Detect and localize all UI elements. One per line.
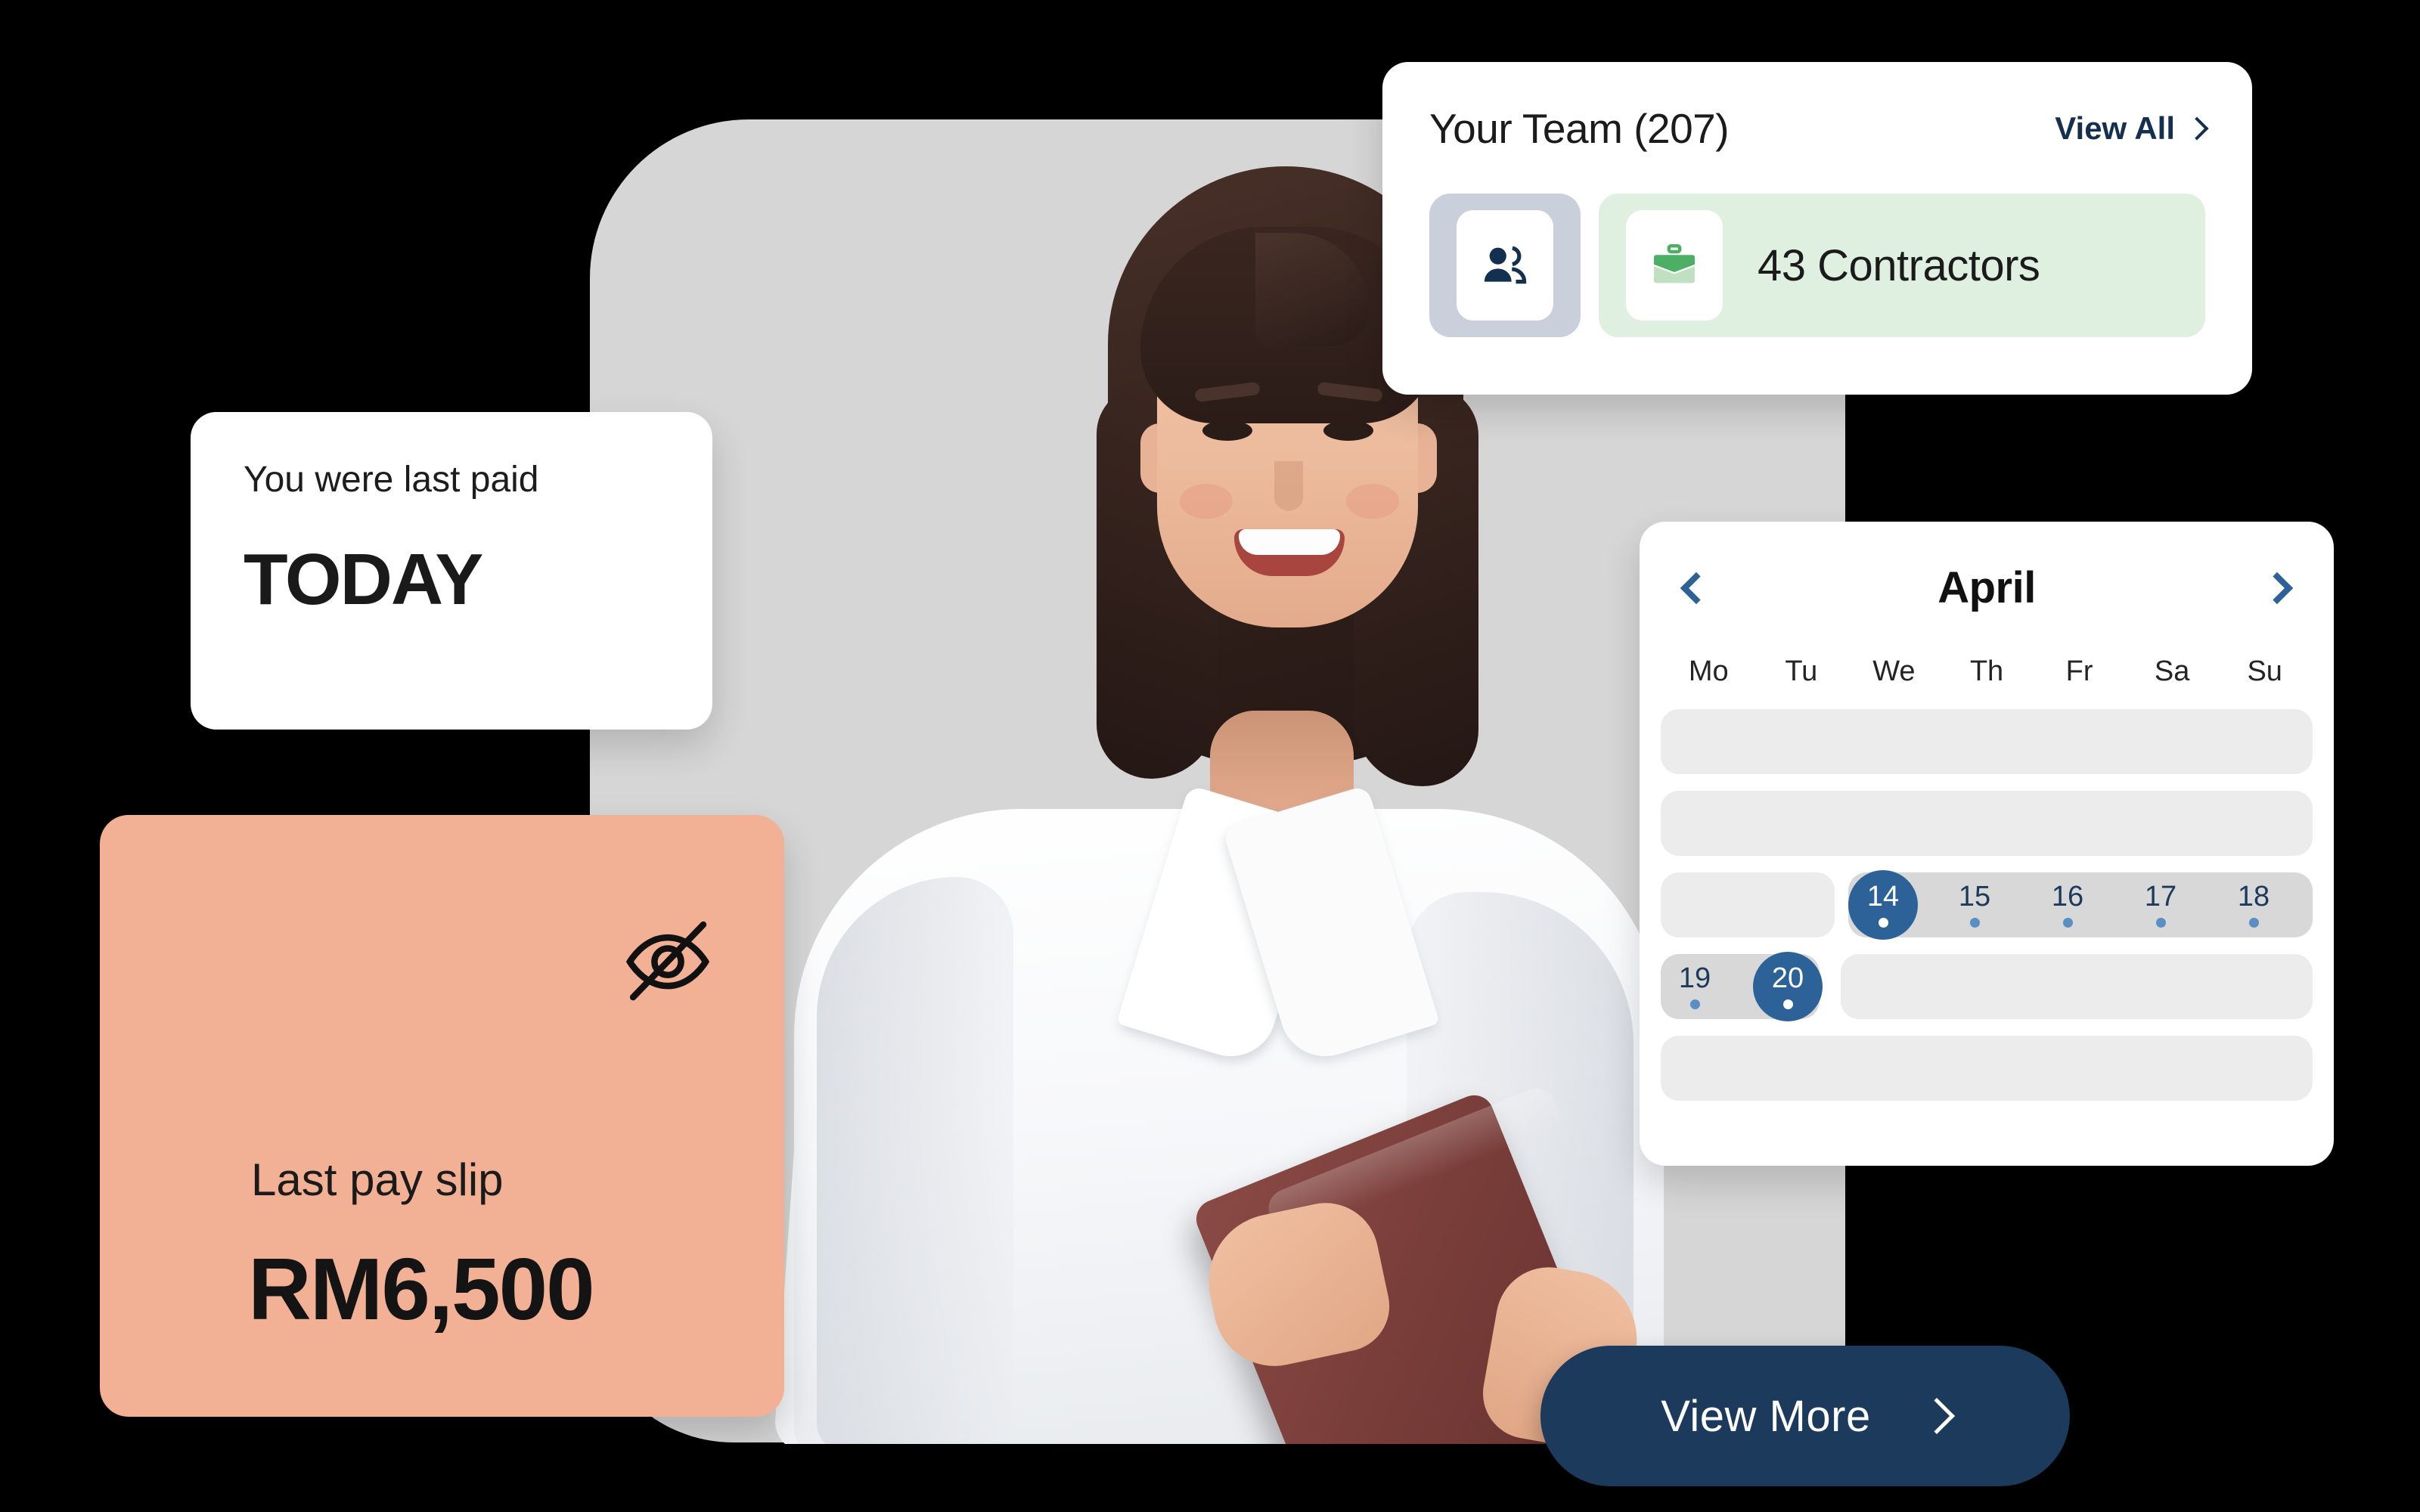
weekday-sa: Sa: [2154, 655, 2190, 687]
day-dot: [1782, 999, 1793, 1009]
person-neck-shadow: [1210, 711, 1354, 809]
team-title: Your Team (207): [1429, 105, 1730, 152]
view-more-button[interactable]: View More: [1540, 1346, 2070, 1486]
weekday-tu: Tu: [1785, 655, 1818, 687]
calendar-day-17[interactable]: 17: [2128, 872, 2193, 937]
day-number: 19: [1678, 962, 1711, 994]
last-payslip-card: Last pay slip RM6,500: [100, 815, 784, 1417]
day-number: 18: [2237, 881, 2270, 912]
payslip-label: Last pay slip: [251, 1154, 504, 1205]
calendar-next-button[interactable]: [2260, 572, 2294, 604]
people-icon: [1484, 246, 1527, 284]
visibility-toggle[interactable]: [619, 912, 716, 1012]
calendar-placeholder-bar: [1661, 872, 1835, 937]
view-all-label: View All: [2055, 110, 2175, 146]
person-cheek-left: [1180, 484, 1233, 519]
calendar-placeholder-bar: [1661, 791, 2313, 856]
view-more-label: View More: [1661, 1391, 1871, 1441]
person-cheek-right: [1346, 484, 1399, 519]
page-root: Your Team (207) View All 43 Contractors …: [0, 0, 2420, 1512]
weekday-th: Th: [1969, 655, 2004, 687]
person-eye-right: [1323, 420, 1373, 441]
team-card-header: Your Team (207) View All: [1429, 104, 2209, 153]
calendar-weekday-header: Mo Tu We Th Fr Sa Su: [1640, 655, 2334, 688]
payslip-amount: RM6,500: [248, 1240, 595, 1338]
last-paid-card: You were last paid TODAY: [191, 412, 712, 730]
day-number: 20: [1771, 962, 1804, 994]
person-teeth: [1239, 529, 1340, 555]
day-number: 15: [1958, 881, 1991, 912]
person-mouth: [1234, 529, 1345, 576]
day-dot: [1878, 918, 1888, 928]
calendar-day-18[interactable]: 18: [2221, 872, 2286, 937]
view-all-link[interactable]: View All: [2055, 110, 2209, 147]
calendar-day-16[interactable]: 16: [2035, 872, 2100, 937]
day-number: 14: [1866, 881, 1900, 912]
last-paid-value: TODAY: [244, 539, 483, 620]
calendar-row-3: 14 15 16 17 18: [1661, 870, 2313, 940]
calendar-placeholder-bar: [1661, 1036, 2313, 1101]
calendar-month-label: April: [1938, 563, 2036, 612]
day-dot: [1689, 999, 1700, 1009]
person-eye-left: [1202, 420, 1252, 441]
calendar-placeholder-bar: [1841, 954, 2313, 1019]
day-number: 17: [2144, 881, 2177, 912]
weekday-fr: Fr: [2065, 655, 2093, 687]
chevron-right-icon: [1918, 1397, 1955, 1435]
chevron-right-icon: [2185, 116, 2209, 141]
calendar-day-19[interactable]: 19: [1662, 954, 1727, 1019]
contractors-tile[interactable]: 43 Contractors: [1599, 194, 2205, 337]
weekday-mo: Mo: [1688, 655, 1729, 687]
members-icon-tile: [1457, 210, 1553, 321]
weekday-we: We: [1872, 655, 1916, 687]
person-nose: [1274, 461, 1303, 511]
calendar-row-5: [1661, 1036, 2313, 1101]
calendar-prev-button[interactable]: [1680, 572, 1713, 604]
calendar-header: April: [1640, 522, 2334, 613]
calendar-row-1: [1661, 709, 2313, 774]
contractors-label: 43 Contractors: [1758, 240, 2040, 290]
eye-off-icon: [625, 921, 710, 1001]
calendar-day-20[interactable]: 20: [1753, 952, 1823, 1021]
day-dot: [2155, 918, 2166, 928]
your-team-card: Your Team (207) View All 43 Contractors: [1382, 62, 2252, 395]
shirt-shadow-left: [817, 877, 1013, 1444]
briefcase-icon: [1654, 243, 1695, 284]
calendar-card: April Mo Tu We Th Fr Sa Su 14 15 16 17 1…: [1640, 522, 2334, 1166]
calendar-day-14[interactable]: 14: [1848, 870, 1918, 940]
team-members-tile[interactable]: [1429, 194, 1581, 337]
day-dot: [1969, 918, 1980, 928]
contractors-icon-tile: [1626, 210, 1723, 321]
calendar-placeholder-bar: [1661, 709, 2313, 774]
weekday-su: Su: [2247, 655, 2282, 687]
day-dot: [2062, 918, 2073, 928]
calendar-day-15[interactable]: 15: [1942, 872, 2007, 937]
team-stats-row: 43 Contractors: [1429, 194, 2205, 337]
last-paid-label: You were last paid: [244, 460, 539, 500]
day-number: 16: [2051, 881, 2084, 912]
calendar-grid: 14 15 16 17 18 19 20: [1640, 709, 2334, 1101]
day-dot: [2248, 918, 2259, 928]
calendar-row-4: 19 20: [1661, 952, 2313, 1021]
calendar-row-2: [1661, 791, 2313, 856]
